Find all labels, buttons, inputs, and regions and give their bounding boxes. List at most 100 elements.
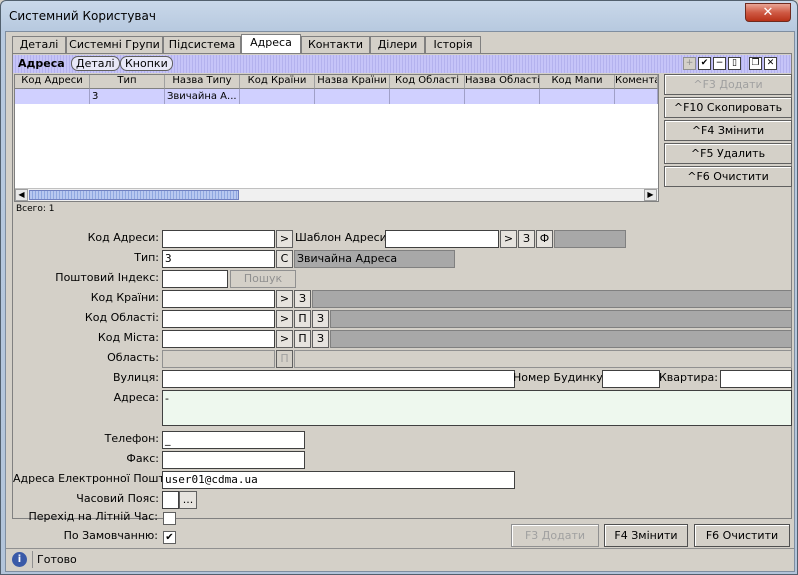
type-input[interactable]: 3 (162, 250, 275, 268)
address-subheader: Адреса Деталі Кнопки + ✔ − ▯ ❐ ✕ (13, 55, 791, 73)
address-template-label: Шаблон Адреси: (295, 231, 391, 244)
city-p-button[interactable]: П (294, 330, 311, 348)
check-icon[interactable]: ✔ (698, 57, 711, 70)
subtab-details[interactable]: Деталі (71, 56, 120, 71)
table-cell: 3 (90, 89, 165, 104)
address-code-lookup-button[interactable]: > (276, 230, 293, 248)
column-header[interactable]: Тип (90, 75, 165, 89)
table-cell (390, 89, 465, 104)
document-icon[interactable]: ▯ (728, 57, 741, 70)
region-p-button[interactable]: П (294, 310, 311, 328)
template-lookup-button[interactable]: > (500, 230, 517, 248)
phone-label: Телефон: (104, 432, 159, 445)
fax-input[interactable] (162, 451, 305, 469)
horizontal-scrollbar[interactable]: ◀ ▶ (15, 188, 658, 201)
client-area: Деталі Системні Групи Підсистема Адреса … (5, 31, 795, 572)
region-code-input[interactable] (162, 310, 275, 328)
scroll-right-icon[interactable]: ▶ (644, 189, 657, 201)
country-code-label: Код Країни: (90, 291, 159, 304)
street-input[interactable] (162, 370, 515, 388)
edit-button[interactable]: F4 Змінити (604, 524, 688, 547)
minus-icon[interactable]: − (713, 57, 726, 70)
region-lookup-button[interactable]: > (276, 310, 293, 328)
template-f-button[interactable]: Ф (536, 230, 553, 248)
address-template-input[interactable] (385, 230, 499, 248)
city-lookup-button[interactable]: > (276, 330, 293, 348)
table-cell: Звичайна А... (165, 89, 240, 104)
area-p-button: П (276, 350, 293, 368)
region-code-label: Код Області: (84, 311, 159, 324)
info-icon: i (12, 552, 27, 567)
country-3-button[interactable]: З (294, 290, 311, 308)
timezone-browse-button[interactable]: ... (179, 491, 197, 509)
table-cell (315, 89, 390, 104)
column-header[interactable]: Назва Області (465, 75, 540, 89)
tab-address[interactable]: Адреса (241, 34, 301, 54)
house-number-input[interactable] (602, 370, 660, 388)
postal-code-input[interactable] (162, 270, 228, 288)
timezone-label: Часовий Пояс: (76, 492, 159, 505)
column-header[interactable]: Код Мапи (540, 75, 615, 89)
address-panel: Адреса Деталі Кнопки + ✔ − ▯ ❐ ✕ Код Адр… (12, 53, 792, 519)
address-code-input[interactable] (162, 230, 275, 248)
window-title: Системний Користувач (9, 9, 156, 23)
subtab-buttons[interactable]: Кнопки (120, 56, 173, 71)
tab-contacts[interactable]: Контакти (301, 36, 370, 54)
table-cell (540, 89, 615, 104)
add-row-button[interactable]: ^F3 Додати (664, 74, 792, 95)
tab-dealers[interactable]: Ділери (370, 36, 425, 54)
apartment-input[interactable] (720, 370, 792, 388)
table-row[interactable]: 3 Звичайна А... (15, 89, 658, 104)
delete-row-button[interactable]: ^F5 Удалить (664, 143, 792, 164)
area-name-display (294, 350, 792, 368)
address-textarea[interactable]: - (162, 390, 792, 426)
scroll-thumb[interactable] (29, 190, 239, 200)
add-button[interactable]: F3 Додати (511, 524, 599, 547)
tab-system-groups[interactable]: Системні Групи (66, 36, 163, 54)
city-3-button[interactable]: З (312, 330, 329, 348)
postal-code-label: Поштовий Індекс: (55, 271, 159, 284)
restore-icon[interactable]: ❐ (749, 57, 762, 70)
table-cell (465, 89, 540, 104)
edit-row-button[interactable]: ^F4 Змінити (664, 120, 792, 141)
column-header[interactable]: Назва Країни (315, 75, 390, 89)
bottom-toolbar: F3 Додати F4 Змінити F6 Очистити (12, 522, 792, 550)
template-3-button[interactable]: З (518, 230, 535, 248)
template-name-display (554, 230, 626, 248)
table-cell (615, 89, 658, 104)
country-lookup-button[interactable]: > (276, 290, 293, 308)
street-label: Вулиця: (112, 371, 159, 384)
city-code-input[interactable] (162, 330, 275, 348)
tab-subsystem[interactable]: Підсистема (163, 36, 241, 54)
city-name-display (330, 330, 792, 348)
column-header[interactable]: Код Адреси (15, 75, 90, 89)
close-panel-icon[interactable]: ✕ (764, 57, 777, 70)
tab-history[interactable]: Історія (425, 36, 481, 54)
add-row-icon[interactable]: + (683, 57, 696, 70)
copy-row-button[interactable]: ^F10 Скопировать (664, 97, 792, 118)
timezone-input[interactable] (162, 491, 179, 509)
column-header[interactable]: Комента (615, 75, 658, 89)
grid-total: Всего: 1 (16, 204, 55, 214)
address-grid[interactable]: Код Адреси Тип Назва Типу Код Країни Наз… (14, 74, 659, 202)
area-label: Область: (107, 351, 159, 364)
scroll-left-icon[interactable]: ◀ (15, 189, 28, 201)
type-select-button[interactable]: С (276, 250, 293, 268)
phone-input[interactable]: _ (162, 431, 305, 449)
table-cell (15, 89, 90, 104)
search-button[interactable]: Пошук (230, 270, 296, 288)
country-code-input[interactable] (162, 290, 275, 308)
address-label: Адреса: (113, 391, 159, 404)
city-code-label: Код Міста: (97, 331, 159, 344)
email-input[interactable]: user01@cdma.ua (162, 471, 515, 489)
clear-row-button[interactable]: ^F6 Очистити (664, 166, 792, 187)
address-code-label: Код Адреси: (87, 231, 159, 244)
close-button[interactable]: ✕ (745, 3, 791, 22)
clear-button[interactable]: F6 Очистити (694, 524, 790, 547)
tab-details[interactable]: Деталі (12, 36, 66, 54)
region-3-button[interactable]: З (312, 310, 329, 328)
table-cell (240, 89, 315, 104)
column-header[interactable]: Код Країни (240, 75, 315, 89)
column-header[interactable]: Назва Типу (165, 75, 240, 89)
column-header[interactable]: Код Області (390, 75, 465, 89)
